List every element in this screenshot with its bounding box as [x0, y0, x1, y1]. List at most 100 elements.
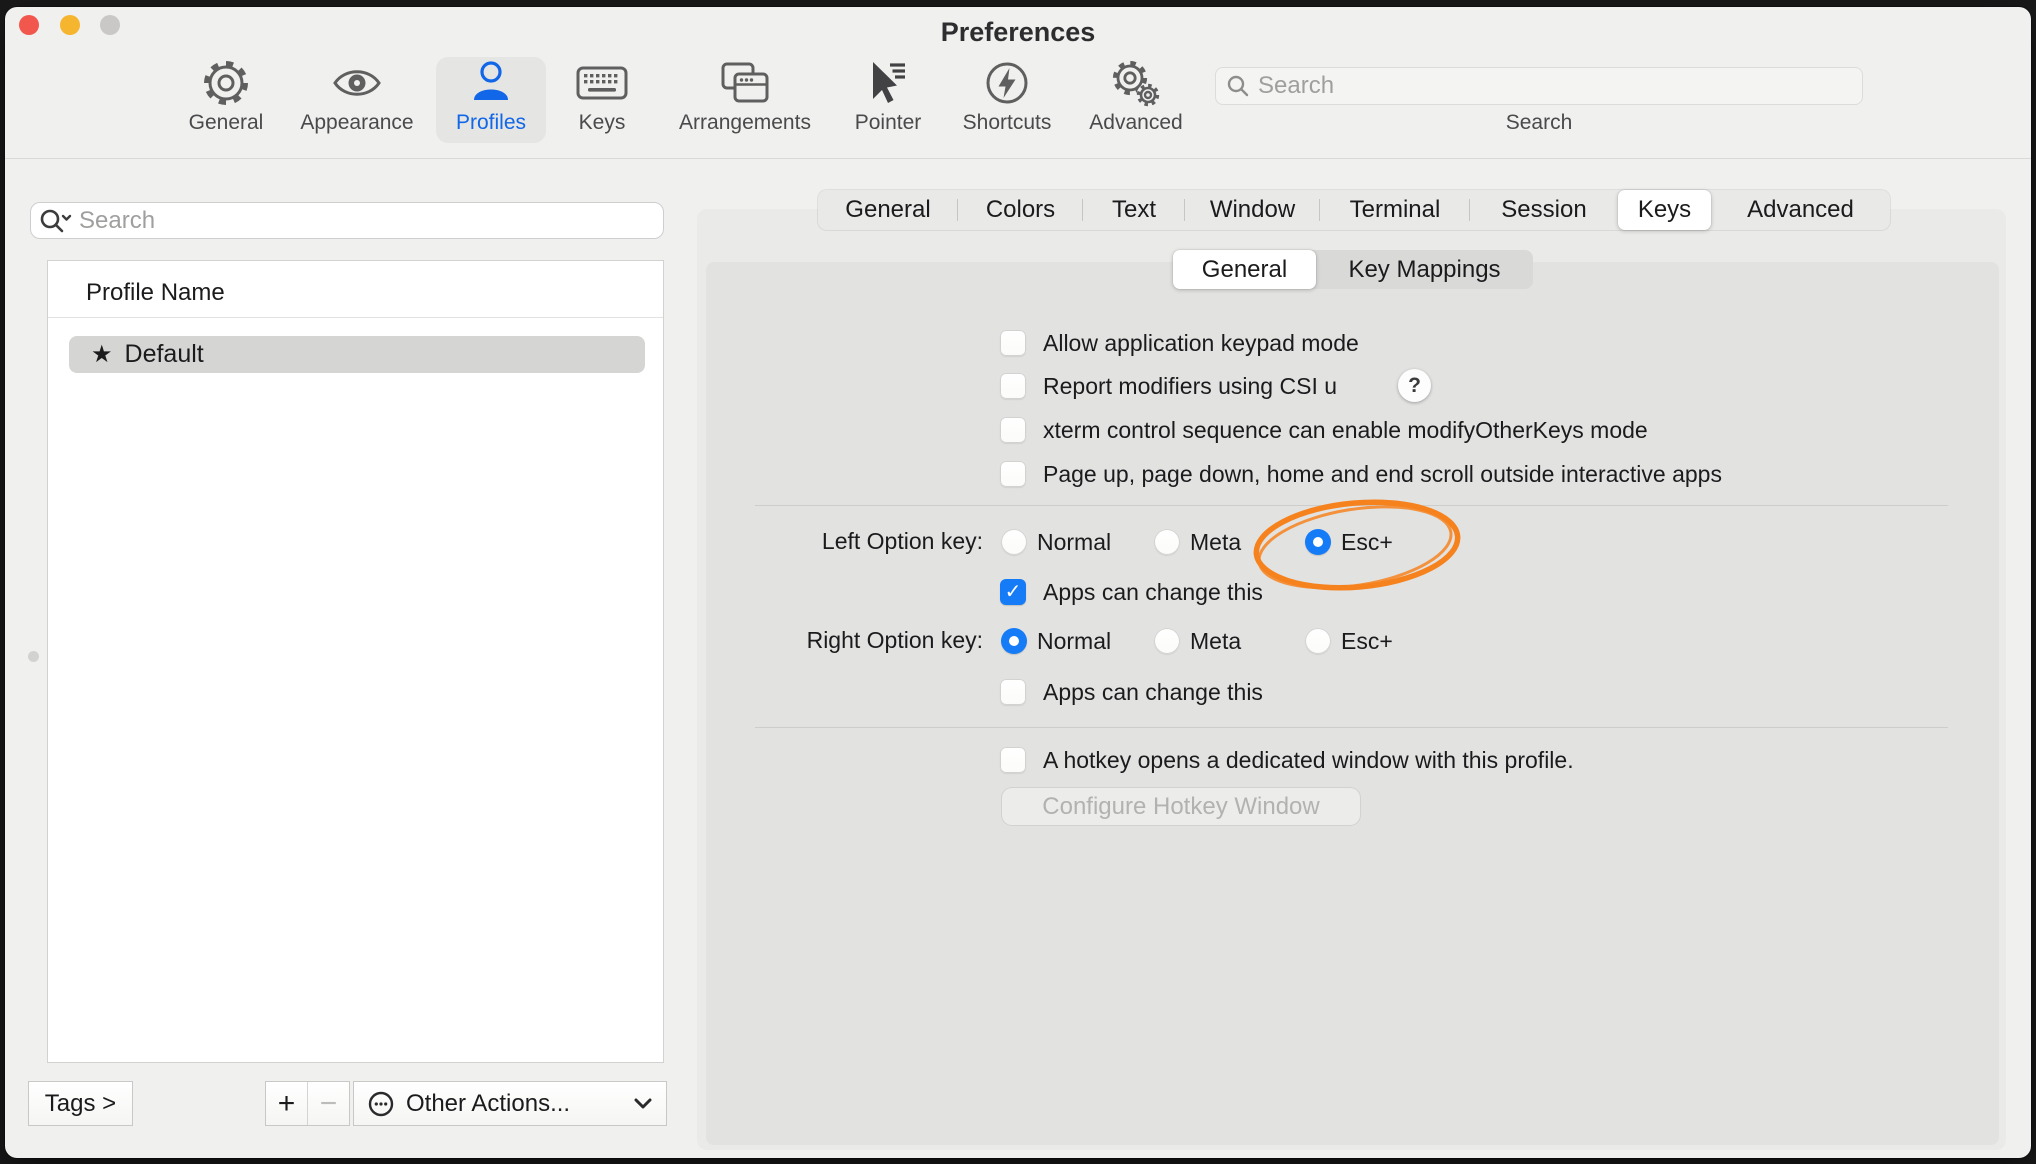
- configure-hotkey-window-button[interactable]: Configure Hotkey Window: [1002, 788, 1360, 825]
- toolbar-item-label: General: [156, 111, 296, 135]
- add-remove-profile-group: + −: [265, 1081, 350, 1126]
- search-with-options-icon: [39, 208, 73, 234]
- toolbar-item-appearance[interactable]: Appearance: [287, 57, 427, 137]
- checkbox-row-modify-other-keys[interactable]: xterm control sequence can enable modify…: [1000, 414, 1648, 446]
- radio-selected[interactable]: [1305, 529, 1331, 555]
- profile-name: Default: [125, 340, 204, 369]
- screenshot-root: Preferences General Appearance: [0, 0, 2036, 1164]
- chevron-down-icon: [634, 1098, 652, 1110]
- radio-label: Esc+: [1341, 529, 1393, 556]
- bolt-circle-icon: [937, 57, 1077, 109]
- preferences-window: Preferences General Appearance: [5, 7, 2031, 1158]
- checkbox-label: xterm control sequence can enable modify…: [1043, 417, 1648, 444]
- tab-session[interactable]: Session: [1470, 190, 1618, 230]
- radio-label: Normal: [1037, 628, 1111, 655]
- separator: [755, 727, 1948, 728]
- right-apps-can-change-row[interactable]: Apps can change this: [1000, 676, 1263, 708]
- toolbar-item-advanced[interactable]: Advanced: [1066, 57, 1206, 137]
- toolbar-search-field[interactable]: [1215, 67, 1863, 105]
- tab-colors[interactable]: Colors: [958, 190, 1083, 230]
- left-option-esc-radio[interactable]: Esc+: [1305, 526, 1393, 558]
- profile-search-input[interactable]: [73, 207, 655, 235]
- radio-unselected[interactable]: [1154, 628, 1180, 654]
- profile-search-field[interactable]: [30, 202, 664, 239]
- toolbar-search-input[interactable]: [1250, 72, 1852, 100]
- configure-hotkey-window-label: Configure Hotkey Window: [1042, 793, 1319, 821]
- subtab-general[interactable]: General: [1173, 250, 1316, 289]
- checkbox-label: A hotkey opens a dedicated window with t…: [1043, 747, 1574, 774]
- radio-selected[interactable]: [1001, 628, 1027, 654]
- star-icon: ★: [91, 340, 113, 369]
- keys-general-panel: [706, 262, 1999, 1145]
- subtab-key-mappings[interactable]: Key Mappings: [1316, 250, 1533, 289]
- checkbox-checked[interactable]: ✓: [1000, 579, 1026, 605]
- tags-button[interactable]: Tags >: [28, 1081, 133, 1126]
- eye-icon: [287, 57, 427, 109]
- right-option-key-label: Right Option key:: [645, 627, 983, 654]
- plus-icon: +: [278, 1087, 296, 1121]
- help-button[interactable]: ?: [1398, 369, 1431, 402]
- keys-subtab-bar: General Key Mappings: [1173, 250, 1533, 289]
- radio-unselected[interactable]: [1154, 529, 1180, 555]
- toolbar-item-shortcuts[interactable]: Shortcuts: [937, 57, 1077, 137]
- check-icon: ✓: [1005, 582, 1022, 602]
- tab-text[interactable]: Text: [1083, 190, 1185, 230]
- checkbox-row-csi-u[interactable]: Report modifiers using CSI u: [1000, 370, 1337, 402]
- checkbox-unchecked[interactable]: [1000, 373, 1026, 399]
- keyboard-icon: [532, 57, 672, 109]
- question-mark-icon: ?: [1408, 374, 1421, 398]
- tab-advanced[interactable]: Advanced: [1711, 190, 1890, 230]
- left-option-meta-radio[interactable]: Meta: [1154, 526, 1241, 558]
- other-actions-label: Other Actions...: [406, 1090, 634, 1118]
- toolbar-item-general[interactable]: General: [156, 57, 296, 137]
- radio-unselected[interactable]: [1001, 529, 1027, 555]
- toolbar-separator: [5, 158, 2031, 159]
- window-title: Preferences: [5, 17, 2031, 48]
- checkbox-row-keypad-mode[interactable]: Allow application keypad mode: [1000, 327, 1359, 359]
- checkbox-row-scroll-outside-apps[interactable]: Page up, page down, home and end scroll …: [1000, 458, 1722, 490]
- hotkey-checkbox-row[interactable]: A hotkey opens a dedicated window with t…: [1000, 744, 1574, 776]
- profile-list: Profile Name ★ Default: [47, 260, 664, 1063]
- windows-icon: [675, 57, 815, 109]
- radio-label: Meta: [1190, 628, 1241, 655]
- left-option-key-label: Left Option key:: [645, 528, 983, 555]
- gears-icon: [1066, 57, 1206, 109]
- separator: [755, 505, 1948, 506]
- profile-list-column-header: Profile Name: [86, 279, 225, 307]
- toolbar-item-label: Shortcuts: [937, 111, 1077, 135]
- toolbar-item-label: Keys: [532, 111, 672, 135]
- other-actions-popup[interactable]: Other Actions...: [353, 1081, 667, 1126]
- checkbox-label: Allow application keypad mode: [1043, 330, 1359, 357]
- checkbox-label: Report modifiers using CSI u: [1043, 373, 1337, 400]
- radio-unselected[interactable]: [1305, 628, 1331, 654]
- tab-keys[interactable]: Keys: [1618, 190, 1711, 230]
- tab-window[interactable]: Window: [1185, 190, 1320, 230]
- minus-icon: −: [320, 1087, 338, 1121]
- checkbox-label: Apps can change this: [1043, 679, 1263, 706]
- checkbox-unchecked[interactable]: [1000, 461, 1026, 487]
- remove-profile-button[interactable]: −: [308, 1082, 349, 1125]
- profile-list-header-separator: [48, 317, 663, 318]
- profile-row-default[interactable]: ★ Default: [69, 336, 645, 373]
- checkbox-unchecked[interactable]: [1000, 417, 1026, 443]
- left-apps-can-change-row[interactable]: ✓ Apps can change this: [1000, 576, 1263, 608]
- toolbar-search-caption: Search: [1215, 111, 1863, 135]
- checkbox-unchecked[interactable]: [1000, 330, 1026, 356]
- tab-terminal[interactable]: Terminal: [1320, 190, 1470, 230]
- checkbox-label: Page up, page down, home and end scroll …: [1043, 461, 1722, 488]
- checkbox-unchecked[interactable]: [1000, 747, 1026, 773]
- tab-general[interactable]: General: [818, 190, 958, 230]
- checkbox-unchecked[interactable]: [1000, 679, 1026, 705]
- toolbar-item-label: Appearance: [287, 111, 427, 135]
- add-profile-button[interactable]: +: [266, 1082, 308, 1125]
- right-option-esc-radio[interactable]: Esc+: [1305, 625, 1393, 657]
- toolbar-item-arrangements[interactable]: Arrangements: [675, 57, 815, 137]
- search-icon: [1226, 74, 1250, 98]
- toolbar-item-keys[interactable]: Keys: [532, 57, 672, 137]
- right-option-meta-radio[interactable]: Meta: [1154, 625, 1241, 657]
- right-option-normal-radio[interactable]: Normal: [1001, 625, 1111, 657]
- gear-icon: [156, 57, 296, 109]
- left-option-normal-radio[interactable]: Normal: [1001, 526, 1111, 558]
- radio-label: Esc+: [1341, 628, 1393, 655]
- splitter-handle-dot[interactable]: [28, 651, 39, 662]
